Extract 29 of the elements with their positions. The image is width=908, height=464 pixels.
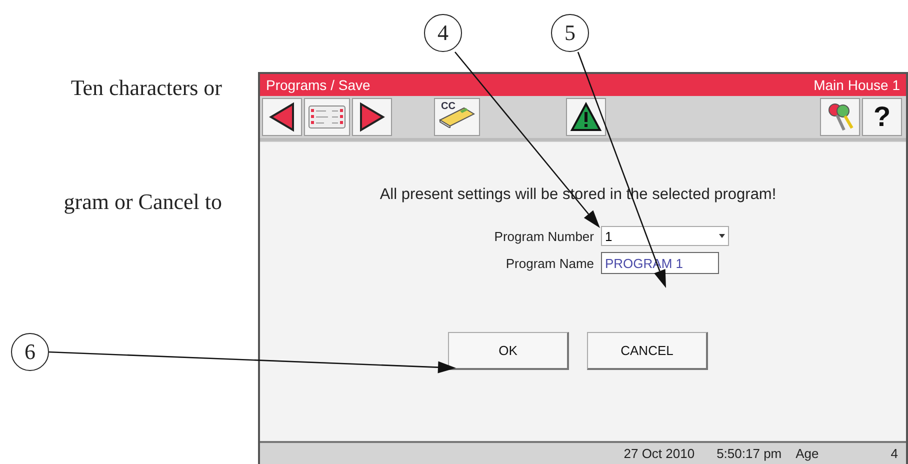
window-title: Programs / Save [266,77,370,93]
time-text: 5:50:17 pm [716,446,782,461]
manual-text: gram or Cancel to [64,189,222,215]
callout-number: 5 [551,14,589,52]
callout-number: 6 [11,333,49,371]
toolbar-button[interactable] [352,98,392,136]
toolbar-button[interactable] [566,98,606,136]
cancel-button[interactable]: CANCEL [587,332,708,370]
forward-arrow-icon [359,102,385,132]
dropdown-field[interactable]: 1 [601,226,729,246]
dropdown-caret-icon [719,234,725,238]
back-arrow-icon [269,102,295,132]
callout-number: 4 [424,14,462,52]
warning-icon [570,102,602,132]
field-label: Program Name [504,256,594,270]
toolbar-button[interactable]: CC [434,98,480,136]
ok-button[interactable]: OK [448,332,569,370]
list-panel-icon [308,105,346,129]
toolbar-button[interactable] [820,98,860,136]
toolbar-button[interactable] [262,98,302,136]
keys-icon [826,102,854,132]
field-label: Program Number [493,228,594,244]
help-button[interactable]: ? [862,98,902,136]
dropdown-value: 1 [605,228,612,244]
manual-text: Ten characters or [70,75,222,101]
status-value: 4 [890,446,898,461]
date-text: 27 Oct 2010 [624,446,695,461]
location-label: Main House 1 [814,77,900,93]
status-label: Age [796,446,819,461]
